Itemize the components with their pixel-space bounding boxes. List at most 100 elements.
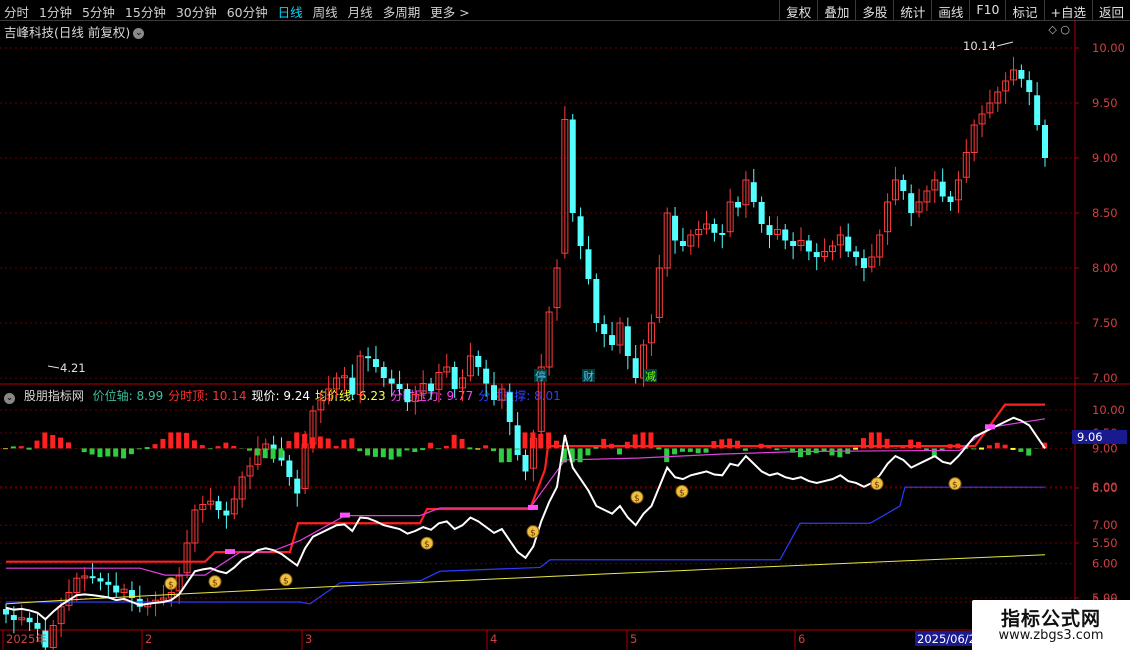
histogram-bar (475, 448, 481, 450)
resistance-top-line (6, 403, 1045, 563)
histogram-bar (1002, 444, 1008, 449)
histogram-bar (971, 448, 977, 450)
main-y-tick-label: 7.00 (1092, 371, 1118, 385)
histogram-bar (199, 445, 205, 449)
candle-body (404, 389, 411, 403)
current-value-text: 9.06 (1077, 430, 1103, 444)
histogram-bar (837, 448, 843, 458)
high-arrow (996, 41, 1014, 47)
event-marker: 停 (535, 369, 546, 383)
histogram-bar (215, 446, 221, 449)
low-arrow (47, 365, 60, 369)
candle-body (396, 384, 403, 389)
histogram-bar (396, 448, 402, 457)
candle-body (735, 202, 742, 208)
x-axis-label: 5 (630, 632, 637, 646)
money-bag-symbol: $ (530, 529, 536, 539)
candle-body (577, 216, 584, 246)
signal-marker (340, 512, 350, 518)
money-bag-symbol: $ (212, 579, 218, 589)
histogram-bar (735, 440, 741, 449)
candle-body (601, 324, 608, 334)
indicator-y-tick-label: 6.00 (1092, 557, 1118, 571)
watermark-title: 指标公式网 (1000, 608, 1101, 630)
histogram-bar (742, 448, 748, 451)
candle-body (105, 581, 112, 585)
histogram-bar (113, 448, 119, 457)
candle-body (782, 229, 789, 241)
x-axis-label: 2025年 (6, 632, 47, 646)
candle-body (286, 460, 293, 477)
candle-body (10, 615, 17, 620)
x-axis-label: 4 (490, 632, 497, 646)
histogram-bar (58, 437, 64, 449)
candle-body (750, 182, 757, 202)
candle-body (624, 326, 631, 356)
histogram-bar (491, 448, 497, 452)
histogram-bar (853, 447, 859, 450)
high-price-label: 10.14 (963, 39, 996, 53)
histogram-bar (105, 448, 111, 457)
x-axis-label: 6 (798, 632, 805, 646)
histogram-bar (317, 436, 323, 449)
candle-body (593, 279, 600, 323)
candle-body (790, 241, 797, 246)
histogram-bar (18, 446, 24, 449)
histogram-bar (168, 432, 174, 449)
indicator-y-tick-label: 8.00 (1092, 480, 1118, 494)
histogram-bar (656, 447, 662, 450)
histogram-bar (191, 440, 197, 449)
histogram-bar (333, 445, 339, 449)
histogram-bar (254, 448, 260, 456)
candle-body (89, 576, 96, 579)
histogram-bar (97, 448, 103, 458)
candle-body (1034, 95, 1041, 125)
signal-marker (225, 549, 235, 555)
candle-body (845, 236, 852, 252)
histogram-bar (128, 448, 134, 455)
histogram-bar (577, 448, 583, 463)
candle-body (26, 617, 33, 623)
histogram-bar (939, 448, 945, 451)
histogram-bar (65, 442, 71, 449)
histogram-bar (294, 432, 300, 449)
histogram-bar (262, 448, 268, 459)
candle-body (372, 359, 379, 367)
histogram-bar (1026, 448, 1032, 456)
histogram-bar (26, 447, 32, 450)
indicator-y-tick-label: 7.00 (1092, 518, 1118, 532)
histogram-bar (483, 445, 489, 449)
watermark-url: www.zbgs3.com (998, 628, 1104, 643)
histogram-bar (144, 447, 150, 450)
histogram-bar (585, 448, 591, 456)
money-bag-symbol: $ (283, 577, 289, 587)
histogram-bar (1010, 447, 1016, 450)
histogram-bar (443, 445, 449, 449)
histogram-bar (664, 448, 670, 463)
histogram-bar (231, 445, 237, 449)
histogram-bar (325, 438, 331, 449)
histogram-bar (616, 448, 622, 455)
cursor-date-text: 2025/06/2 (917, 632, 976, 646)
histogram-bar (797, 448, 803, 458)
histogram-bar (522, 432, 528, 449)
candle-body (475, 356, 482, 367)
candle-body (711, 224, 718, 233)
histogram-bar (774, 448, 780, 451)
candle-body (679, 241, 686, 246)
stock-chart[interactable]: 10.009.509.008.508.007.507.006.506.005.5… (0, 0, 1130, 650)
histogram-bar (50, 434, 56, 449)
main-y-tick-label: 9.00 (1092, 151, 1118, 165)
main-y-tick-label: 7.50 (1092, 316, 1118, 330)
histogram-bar (1018, 448, 1024, 452)
candle-body (947, 196, 954, 202)
histogram-bar (829, 448, 835, 456)
histogram-bar (687, 448, 693, 452)
candle-body (514, 425, 521, 455)
candle-body (805, 240, 812, 252)
histogram-bar (435, 448, 441, 450)
histogram-bar (270, 448, 276, 459)
candle-body (522, 455, 529, 472)
candle-body (860, 258, 867, 268)
candle-body (483, 368, 490, 384)
